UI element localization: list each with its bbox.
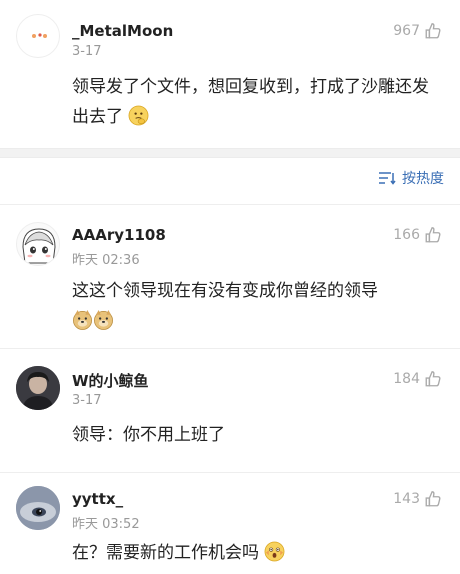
comment-item: W的小鲸鱼 3-17 184 领导：你不用上班了 xyxy=(0,350,460,470)
comment-text: 领导发了个文件，想回复收到，打成了沙雕还发出去了 xyxy=(72,77,429,127)
sort-icon xyxy=(379,172,396,185)
like-button[interactable]: 967 xyxy=(393,22,442,40)
avatar[interactable] xyxy=(16,222,60,266)
comment-item: yyttx_ 昨天 03:52 143 在？需要新的工作机会吗 xyxy=(0,474,460,574)
like-count: 184 xyxy=(393,371,420,387)
thumbs-up-icon xyxy=(425,23,441,39)
divider xyxy=(0,204,460,205)
timestamp: 3-17 xyxy=(72,393,102,408)
comment-text: 领导：你不用上班了 xyxy=(72,425,225,445)
like-button[interactable]: 166 xyxy=(393,226,442,244)
username[interactable]: AAAry1108 xyxy=(72,226,166,244)
divider xyxy=(0,472,460,473)
username[interactable]: _MetalMoon xyxy=(72,22,173,40)
sort-label: 按热度 xyxy=(402,171,444,187)
thumbs-up-icon xyxy=(425,371,441,387)
like-count: 967 xyxy=(393,23,420,39)
comment-text: 在？需要新的工作机会吗 xyxy=(72,538,442,568)
thumbs-up-icon xyxy=(425,227,441,243)
like-count: 143 xyxy=(393,491,420,507)
comment-item: AAAry1108 昨天 02:36 166 这这个领导现在有没有变成你曾经的领… xyxy=(0,206,460,346)
like-count: 166 xyxy=(393,227,420,243)
sort-toggle[interactable]: 按热度 xyxy=(378,168,444,188)
divider xyxy=(0,348,460,349)
avatar[interactable] xyxy=(16,14,60,58)
username[interactable]: W的小鲸鱼 xyxy=(72,370,149,391)
shocked-face-emoji xyxy=(264,541,285,562)
comment-text: 这这个领导现在有没有变成你曾经的领导 xyxy=(72,276,442,336)
doge-emoji xyxy=(72,309,93,330)
timestamp: 昨天 02:36 xyxy=(72,253,140,268)
timestamp: 3-17 xyxy=(72,44,102,59)
thinking-face-emoji xyxy=(128,105,149,126)
avatar[interactable] xyxy=(16,486,60,530)
doge-emoji xyxy=(93,309,114,330)
thumbs-up-icon xyxy=(425,491,441,507)
comment-item: _MetalMoon 3-17 967 领导发了个文件，想回复收到，打成了沙雕还… xyxy=(0,0,460,148)
section-separator xyxy=(0,148,460,158)
like-button[interactable]: 143 xyxy=(393,490,442,508)
like-button[interactable]: 184 xyxy=(393,370,442,388)
username[interactable]: yyttx_ xyxy=(72,490,123,508)
timestamp: 昨天 03:52 xyxy=(72,517,140,532)
avatar[interactable] xyxy=(16,366,60,410)
